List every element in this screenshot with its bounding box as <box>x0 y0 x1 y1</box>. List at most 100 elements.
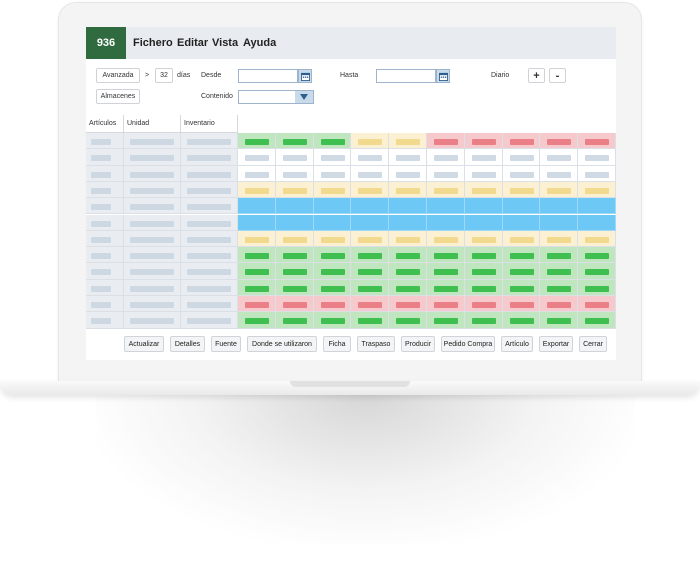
timeline-cell[interactable] <box>238 230 276 248</box>
timeline-cell[interactable] <box>313 214 352 231</box>
timeline-cell[interactable] <box>275 165 314 182</box>
timeline-cell[interactable] <box>389 181 427 199</box>
timeline-cell[interactable] <box>238 133 276 150</box>
timeline-cell[interactable] <box>464 279 503 296</box>
timeline-cell[interactable] <box>464 165 503 182</box>
timeline-cell[interactable] <box>427 165 465 182</box>
mode-button[interactable]: Avanzada <box>96 68 140 83</box>
zoom-in-button[interactable]: + <box>528 68 545 83</box>
timeline-cell[interactable] <box>578 263 616 280</box>
left-cell[interactable] <box>181 247 238 264</box>
timeline-cell[interactable] <box>389 279 427 296</box>
left-cell[interactable] <box>181 133 238 150</box>
timeline-cell[interactable] <box>275 263 314 280</box>
timeline-cell[interactable] <box>351 133 390 150</box>
timeline-cell[interactable] <box>427 296 465 313</box>
timeline-cell[interactable] <box>238 165 276 182</box>
column-header-unidad[interactable]: Unidad <box>124 115 181 133</box>
timeline-cell[interactable] <box>238 181 276 199</box>
timeline-cell[interactable] <box>427 312 465 329</box>
left-cell[interactable] <box>124 296 181 313</box>
timeline-cell[interactable] <box>502 312 541 329</box>
timeline-cell[interactable] <box>275 181 314 199</box>
from-calendar-button[interactable] <box>298 69 312 83</box>
left-cell[interactable] <box>124 181 181 199</box>
timeline-cell[interactable] <box>540 230 579 248</box>
left-cell[interactable] <box>181 230 238 248</box>
timeline-cell[interactable] <box>464 133 503 150</box>
timeline-cell[interactable] <box>351 296 390 313</box>
left-cell[interactable] <box>86 198 124 215</box>
timeline-cell[interactable] <box>502 214 541 231</box>
left-cell[interactable] <box>86 247 124 264</box>
column-header-inventario[interactable]: Inventario <box>181 115 238 133</box>
timeline-cell[interactable] <box>502 296 541 313</box>
close-button[interactable]: Cerrar <box>579 336 607 352</box>
timeline-cell[interactable] <box>427 181 465 199</box>
left-cell[interactable] <box>181 198 238 215</box>
to-date-input[interactable] <box>376 69 436 83</box>
timeline-cell[interactable] <box>540 312 579 329</box>
timeline-cell[interactable] <box>427 279 465 296</box>
timeline-cell[interactable] <box>351 312 390 329</box>
left-cell[interactable] <box>124 230 181 248</box>
timeline-cell[interactable] <box>313 263 352 280</box>
timeline-cell[interactable] <box>389 214 427 231</box>
timeline-cell[interactable] <box>275 247 314 264</box>
timeline-cell[interactable] <box>578 230 616 248</box>
timeline-cell[interactable] <box>540 279 579 296</box>
left-cell[interactable] <box>181 181 238 199</box>
left-cell[interactable] <box>124 165 181 182</box>
menu-fichero[interactable]: Fichero <box>133 37 173 49</box>
left-cell[interactable] <box>86 149 124 166</box>
timeline-cell[interactable] <box>502 149 541 166</box>
timeline-cell[interactable] <box>238 214 276 231</box>
timeline-cell[interactable] <box>578 312 616 329</box>
timeline-cell[interactable] <box>578 247 616 264</box>
left-cell[interactable] <box>181 263 238 280</box>
timeline-cell[interactable] <box>351 263 390 280</box>
refresh-button[interactable]: Actualizar <box>124 336 164 352</box>
dropdown-arrow[interactable] <box>295 91 313 103</box>
transfer-button[interactable]: Traspaso <box>357 336 395 352</box>
timeline-cell[interactable] <box>275 149 314 166</box>
timeline-cell[interactable] <box>540 247 579 264</box>
timeline-cell[interactable] <box>578 279 616 296</box>
timeline-cell[interactable] <box>578 214 616 231</box>
timeline-cell[interactable] <box>464 149 503 166</box>
timeline-cell[interactable] <box>502 198 541 215</box>
left-cell[interactable] <box>86 263 124 280</box>
timeline-cell[interactable] <box>238 198 276 215</box>
timeline-cell[interactable] <box>313 181 352 199</box>
left-cell[interactable] <box>124 263 181 280</box>
timeline-cell[interactable] <box>578 296 616 313</box>
timeline-cell[interactable] <box>313 133 352 150</box>
timeline-cell[interactable] <box>351 198 390 215</box>
left-cell[interactable] <box>86 279 124 296</box>
from-date-input[interactable] <box>238 69 298 83</box>
timeline-cell[interactable] <box>540 133 579 150</box>
left-cell[interactable] <box>124 247 181 264</box>
timeline-cell[interactable] <box>351 247 390 264</box>
left-cell[interactable] <box>124 133 181 150</box>
timeline-cell[interactable] <box>313 312 352 329</box>
left-cell[interactable] <box>124 214 181 231</box>
left-cell[interactable] <box>86 181 124 199</box>
timeline-cell[interactable] <box>238 247 276 264</box>
timeline-cell[interactable] <box>540 181 579 199</box>
timeline-cell[interactable] <box>389 230 427 248</box>
timeline-cell[interactable] <box>389 312 427 329</box>
timeline-cell[interactable] <box>238 296 276 313</box>
timeline-cell[interactable] <box>238 149 276 166</box>
sheet-button[interactable]: Ficha <box>323 336 351 352</box>
left-cell[interactable] <box>124 312 181 329</box>
timeline-cell[interactable] <box>351 230 390 248</box>
left-cell[interactable] <box>181 279 238 296</box>
timeline-cell[interactable] <box>464 312 503 329</box>
left-cell[interactable] <box>124 198 181 215</box>
article-button[interactable]: Artículo <box>501 336 533 352</box>
timeline-cell[interactable] <box>502 247 541 264</box>
timeline-cell[interactable] <box>351 165 390 182</box>
purchase-order-button[interactable]: Pedido Compra <box>441 336 495 352</box>
menu-vista[interactable]: Vista <box>212 37 238 49</box>
